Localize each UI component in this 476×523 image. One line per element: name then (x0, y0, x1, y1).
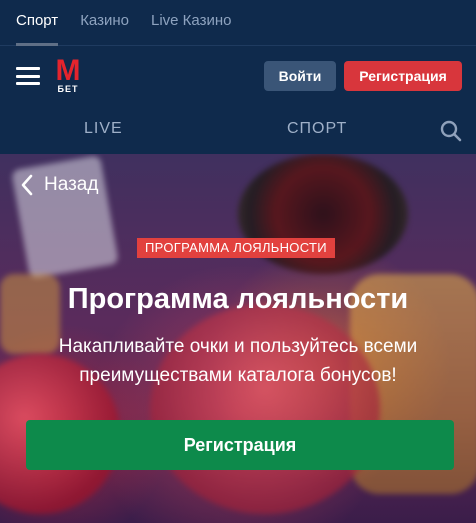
top-tab-live-casino[interactable]: Live Казино (151, 0, 231, 46)
loyalty-hero: Назад ПРОГРАММА ЛОЯЛЬНОСТИ Программа лоя… (0, 154, 476, 523)
loyalty-badge: ПРОГРАММА ЛОЯЛЬНОСТИ (137, 238, 335, 258)
register-cta-button[interactable]: Регистрация (26, 420, 454, 470)
back-label: Назад (44, 174, 99, 195)
nav-sport[interactable]: СПОРТ (287, 120, 347, 138)
page-subtitle: Накапливайте очки и пользуйтесь всеми пр… (58, 336, 418, 386)
top-tabs: Спорт Казино Live Казино (0, 0, 476, 46)
logo-letter: М (55, 54, 81, 87)
top-tab-casino[interactable]: Казино (80, 0, 129, 46)
page-title: Программа лояльности (67, 283, 409, 315)
nav-live[interactable]: LIVE (84, 120, 123, 138)
header: М БЕТ Войти Регистрация (0, 46, 476, 106)
register-button[interactable]: Регистрация (344, 61, 462, 91)
logo[interactable]: М БЕТ (54, 54, 82, 95)
logo-sub: БЕТ (57, 84, 79, 94)
login-button[interactable]: Войти (264, 61, 336, 91)
search-icon[interactable] (440, 120, 462, 142)
top-tab-sport[interactable]: Спорт (16, 0, 59, 46)
chevron-left-icon (21, 174, 33, 196)
menu-icon[interactable] (16, 67, 40, 85)
back-button[interactable]: Назад (20, 174, 98, 196)
sport-nav: LIVE СПОРТ (0, 106, 476, 154)
